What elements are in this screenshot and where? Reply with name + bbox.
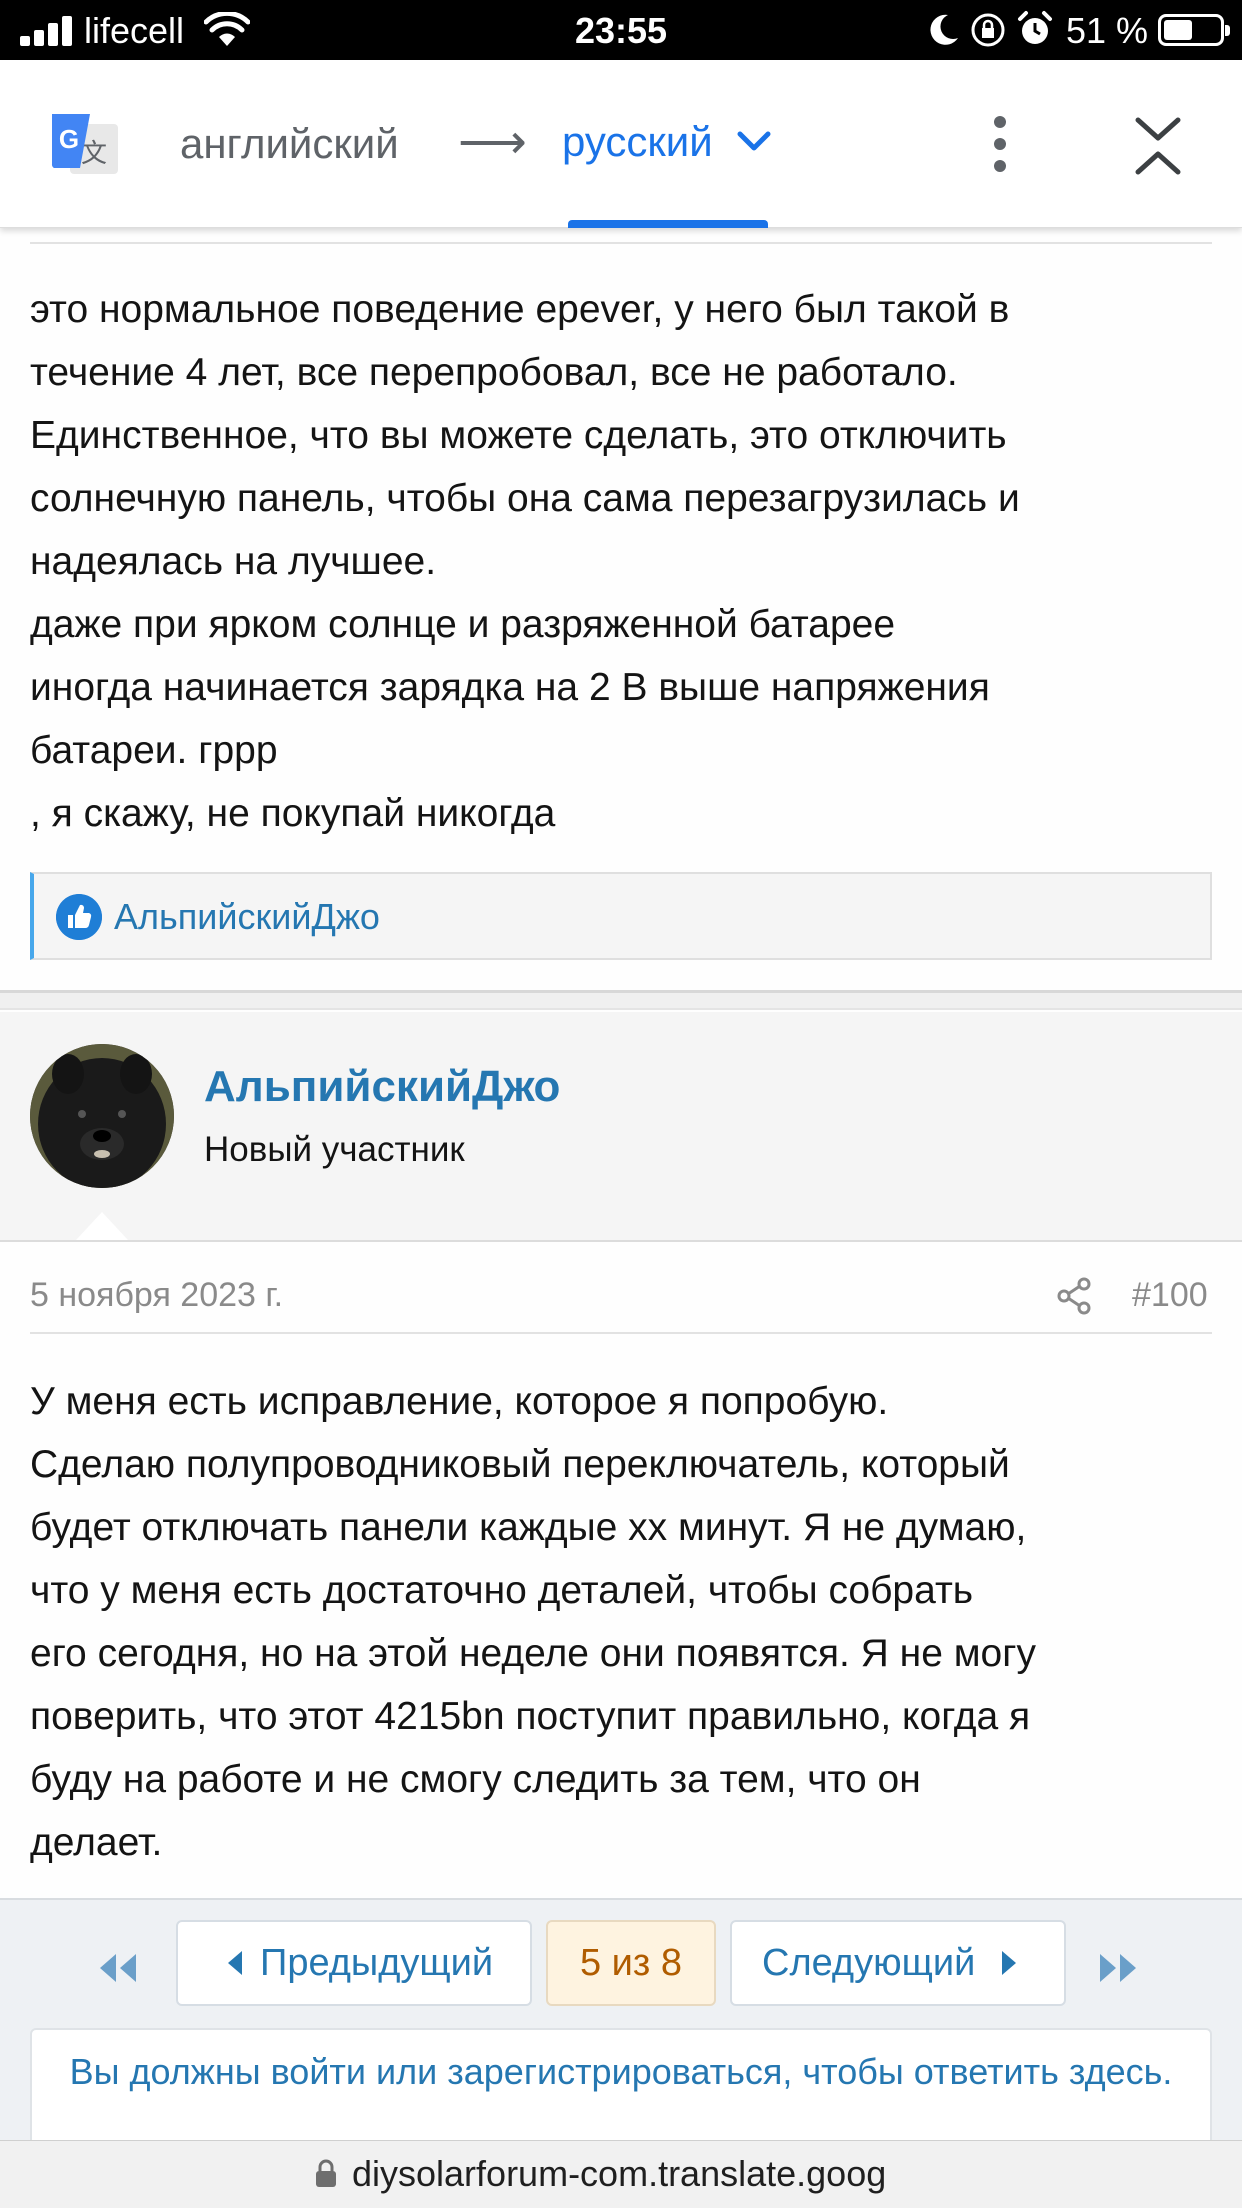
arrow-right-icon: ⟶ <box>458 116 527 169</box>
post-line: что у меня есть достаточно деталей, чтоб… <box>30 1569 974 1612</box>
post-date[interactable]: 5 ноября 2023 г. <box>30 1276 283 1315</box>
battery-percent: 51 % <box>1066 10 1149 51</box>
post-line: течение 4 лет, все перепробовал, все не … <box>30 351 958 394</box>
battery-icon <box>1158 14 1230 46</box>
post-line: батареи. гррр <box>30 729 278 772</box>
last-page-icon[interactable] <box>1096 1952 1140 1984</box>
url-bar[interactable]: diysolarforum-com.translate.goog <box>0 2140 1242 2208</box>
post-number[interactable]: #100 <box>1132 1276 1208 1315</box>
status-bar: lifecell 23:55 51 % <box>0 0 1242 60</box>
alarm-icon <box>1018 11 1052 44</box>
post-pointer <box>76 1212 128 1240</box>
translate-bar: 文 G английский ⟶ русский <box>0 60 1242 228</box>
like-icon <box>56 894 102 940</box>
current-page-indicator[interactable]: 5 из 8 <box>546 1920 716 2006</box>
post-line: надеялась на лучшее. <box>30 540 437 583</box>
post-author[interactable]: АльпийскийДжо <box>204 1062 560 1112</box>
post-line: , я скажу, не покупай никогда <box>30 792 556 835</box>
post-line: Сделаю полупроводниковый переключатель, … <box>30 1443 1010 1486</box>
avatar[interactable] <box>30 1044 174 1188</box>
moon-icon <box>930 14 958 45</box>
post-line: Единственное, что вы можете сделать, это… <box>30 414 1007 457</box>
user-title: Новый участник <box>204 1130 465 1169</box>
post-line: даже при ярком солнце и разряженной бата… <box>30 603 896 646</box>
caret-left-icon <box>228 1951 242 1975</box>
target-language[interactable]: русский <box>562 118 713 166</box>
chevron-down-icon[interactable] <box>736 130 772 154</box>
post-body: У меня есть исправление, которое я попро… <box>30 1370 1220 1874</box>
divider <box>30 1332 1212 1334</box>
svg-text:G: G <box>59 124 79 154</box>
source-language[interactable]: английский <box>180 120 399 168</box>
post-line: буду на работе и не смогу следить за тем… <box>30 1758 921 1801</box>
reactions-bar[interactable]: АльпийскийДжо <box>30 872 1212 960</box>
post-line: иногда начинается зарядка на 2 В выше на… <box>30 666 990 709</box>
post-line: его сегодня, но на этой неделе они появя… <box>30 1632 1036 1675</box>
more-options-icon[interactable] <box>990 116 1012 172</box>
post-line: делает. <box>30 1821 163 1864</box>
post-line: это нормальное поведение epever, у него … <box>30 288 1010 331</box>
post-line: поверить, что этот 4215bn поступит прави… <box>30 1695 1031 1738</box>
next-page-button[interactable]: Следующий <box>730 1920 1066 2006</box>
lock-icon <box>316 2159 336 2187</box>
clock: 23:55 <box>574 10 668 51</box>
pagination: Предыдущий 5 из 8 Следующий Вы должны во… <box>0 1898 1242 2168</box>
dog-avatar-icon <box>30 1044 174 1188</box>
post-line: солнечную панель, чтобы она сама перезаг… <box>30 477 1020 520</box>
user-block: АльпийскийДжо Новый участник <box>0 1012 1242 1242</box>
url-text[interactable]: diysolarforum-com.translate.goog <box>352 2153 886 2195</box>
collapse-icon[interactable] <box>1130 114 1186 178</box>
caret-right-icon <box>1002 1951 1016 1975</box>
svg-text:文: 文 <box>81 139 107 169</box>
share-icon[interactable] <box>1056 1276 1092 1316</box>
google-translate-logo-icon[interactable]: 文 G <box>50 112 120 178</box>
previous-page-button[interactable]: Предыдущий <box>176 1920 532 2006</box>
reaction-user-link[interactable]: АльпийскийДжо <box>114 896 380 938</box>
orientation-lock-icon <box>971 13 1005 47</box>
post-line: У меня есть исправление, которое я попро… <box>30 1380 889 1423</box>
post-line: будет отключать панели каждые xx минут. … <box>30 1506 1027 1549</box>
divider <box>30 242 1212 244</box>
post-body: это нормальное поведение epever, у него … <box>30 278 1220 845</box>
first-page-icon[interactable] <box>96 1952 140 1984</box>
active-language-indicator <box>568 220 768 228</box>
post-separator <box>0 990 1242 1010</box>
